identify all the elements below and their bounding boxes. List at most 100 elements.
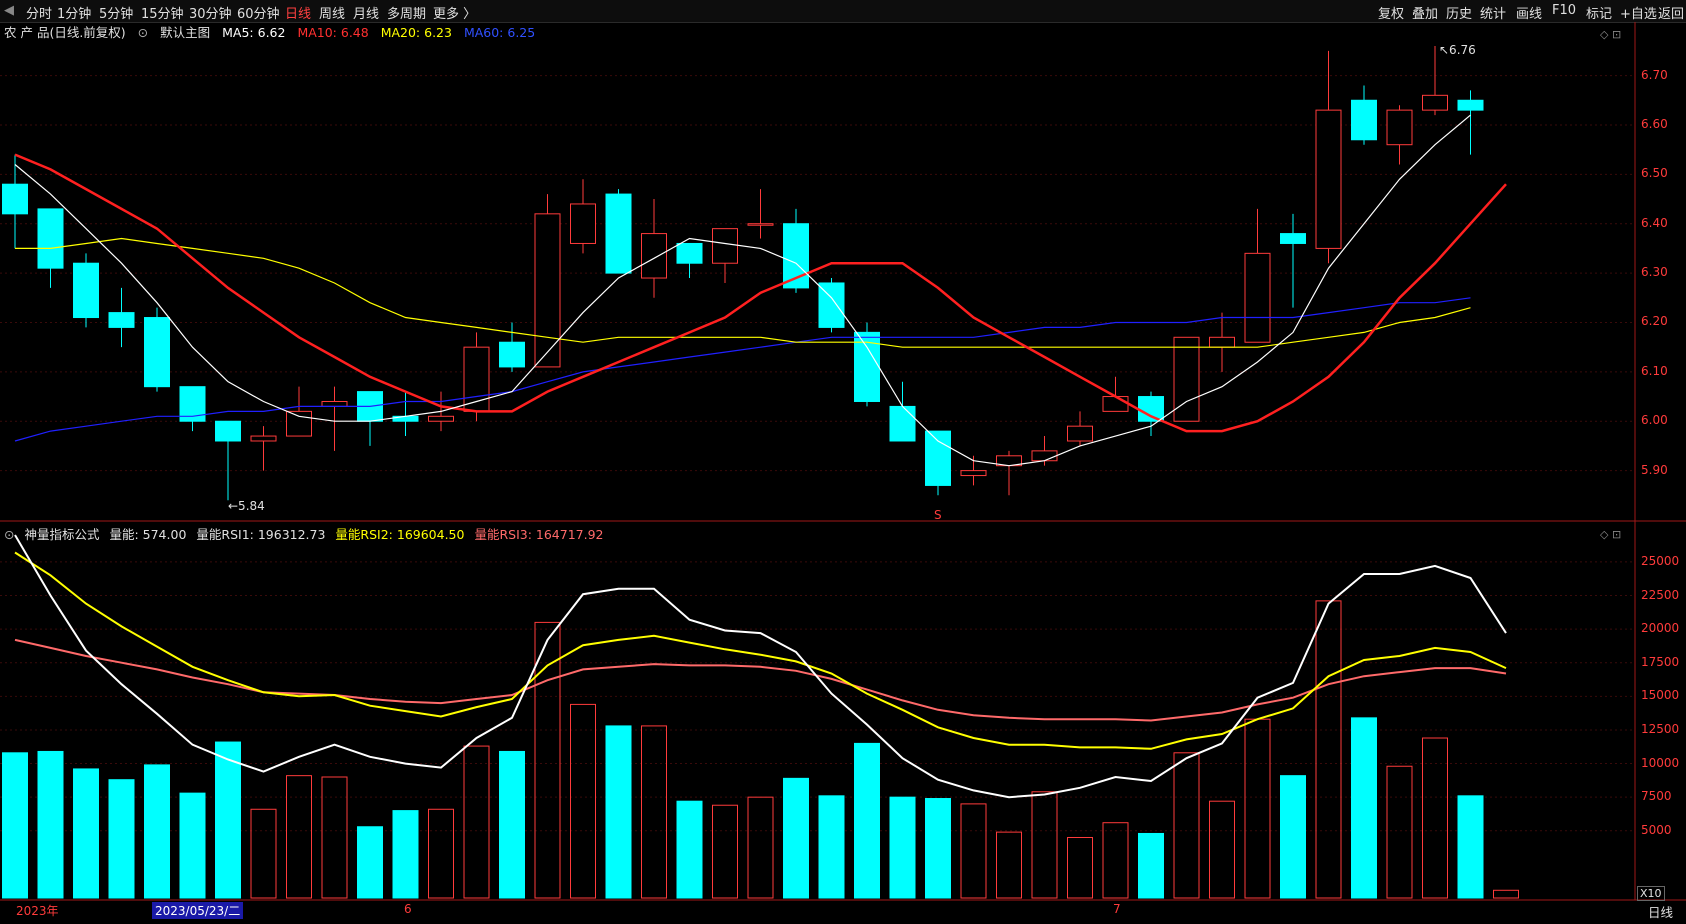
volume-bar [641,725,667,899]
volume-bar [783,777,809,899]
volume-bar [605,725,632,899]
candle-up [1209,336,1235,348]
x-label-cursor-date: 2023/05/23/二 [152,902,244,919]
price-tick-label: 6.30 [1641,265,1668,280]
volume-bar [925,798,951,899]
x-label-june: 6 [404,902,412,916]
volume-tick-label: 25000 [1641,553,1680,568]
volume-bar [1173,752,1200,899]
volume-bar [1351,717,1377,899]
high-price-label: ↖6.76 [1439,43,1476,57]
volume-bar [108,779,135,899]
candle-up [1102,396,1129,412]
candle-up [1386,109,1413,146]
candle-down [605,193,632,274]
candle-down [1457,99,1484,111]
x-label-year: 2023年 [16,904,59,918]
x-label-july: 7 [1113,902,1121,916]
volume-bar [1457,795,1484,899]
volume-tick-label: 7500 [1641,789,1672,804]
annotations: ↖6.76 ←5.84 S [228,43,1476,522]
volume-bar [1315,600,1342,899]
volume-bar [215,741,241,899]
candle-up [1173,336,1200,422]
volume-bar [1422,737,1448,899]
period-label[interactable]: 日线 [1648,902,1673,921]
volume-bar [747,796,774,899]
candle-up [641,233,667,279]
low-price-label: ←5.84 [228,499,265,513]
indicator-expand-icon[interactable]: ◇ ⊡ [1600,528,1621,541]
candle-up [747,223,774,226]
signal-marker: S [934,508,942,522]
candle-up [534,213,561,368]
candle-down [2,183,28,215]
volume-bar [250,808,277,899]
price-tick-label: 6.60 [1641,116,1668,131]
volume-grid [0,561,1635,832]
volume-bar [73,768,99,899]
candle-down [215,420,241,442]
candle-down [1351,99,1377,141]
volume-bars [2,600,1519,899]
volume-bar [463,745,490,899]
volume-bar [357,826,383,899]
candle-down [108,312,135,328]
candle-up [1315,109,1342,249]
rsi2-line [14,551,1507,750]
volume-tick-label: 20000 [1641,621,1680,636]
kline-chart[interactable]: ↖6.76 ←5.84 S [0,0,1686,924]
volume-bar [960,803,987,899]
volume-bar [392,810,419,899]
volume-tick-label: 22500 [1641,587,1680,602]
candles [2,45,1484,501]
volume-bar [1493,889,1519,899]
volume-tick-label: 5000 [1641,822,1672,837]
candle-up [321,400,348,407]
ma-lines [14,114,1507,467]
price-tick-label: 6.00 [1641,413,1668,428]
price-tick-label: 6.10 [1641,363,1668,378]
volume-tick-label: 10000 [1641,755,1680,770]
volume-bar [996,831,1022,899]
volume-bar [37,750,64,899]
volume-bar [889,796,916,899]
candle-up [1244,252,1271,343]
price-tick-label: 6.40 [1641,215,1668,230]
volume-bar [570,703,596,899]
candle-up [1422,94,1448,111]
candle-down [676,242,703,264]
volume-scale-label: X10 [1637,886,1665,901]
price-tick-label: 6.70 [1641,67,1668,82]
price-tick-label: 6.20 [1641,314,1668,329]
candle-down [73,262,99,319]
candle-down [144,317,170,388]
price-tick-label: 6.50 [1641,166,1668,181]
candle-up [1031,450,1058,462]
candle-up [712,228,738,264]
volume-bar [144,764,170,899]
volume-tick-label: 15000 [1641,688,1680,703]
candle-down [499,341,525,368]
volume-tick-label: 12500 [1641,721,1680,736]
volume-bar [1386,765,1413,899]
candle-up [570,203,596,244]
volume-bar [818,795,845,899]
volume-bar [1244,718,1271,899]
volume-bar [321,776,348,899]
rsi3-line [14,638,1507,722]
volume-bar [1209,800,1235,899]
volume-bar [499,750,525,899]
volume-bar [179,792,206,899]
candle-down [889,405,916,442]
volume-bar [1102,822,1129,899]
volume-bar [286,775,312,899]
volume-bar [1031,791,1058,899]
volume-bar [428,808,454,899]
candle-down [37,208,64,269]
volume-bar [1280,775,1306,899]
expand-icon[interactable]: ◇ ⊡ [1600,28,1621,41]
candle-down [1280,233,1306,244]
volume-bar [2,752,28,899]
candle-up [960,470,987,477]
